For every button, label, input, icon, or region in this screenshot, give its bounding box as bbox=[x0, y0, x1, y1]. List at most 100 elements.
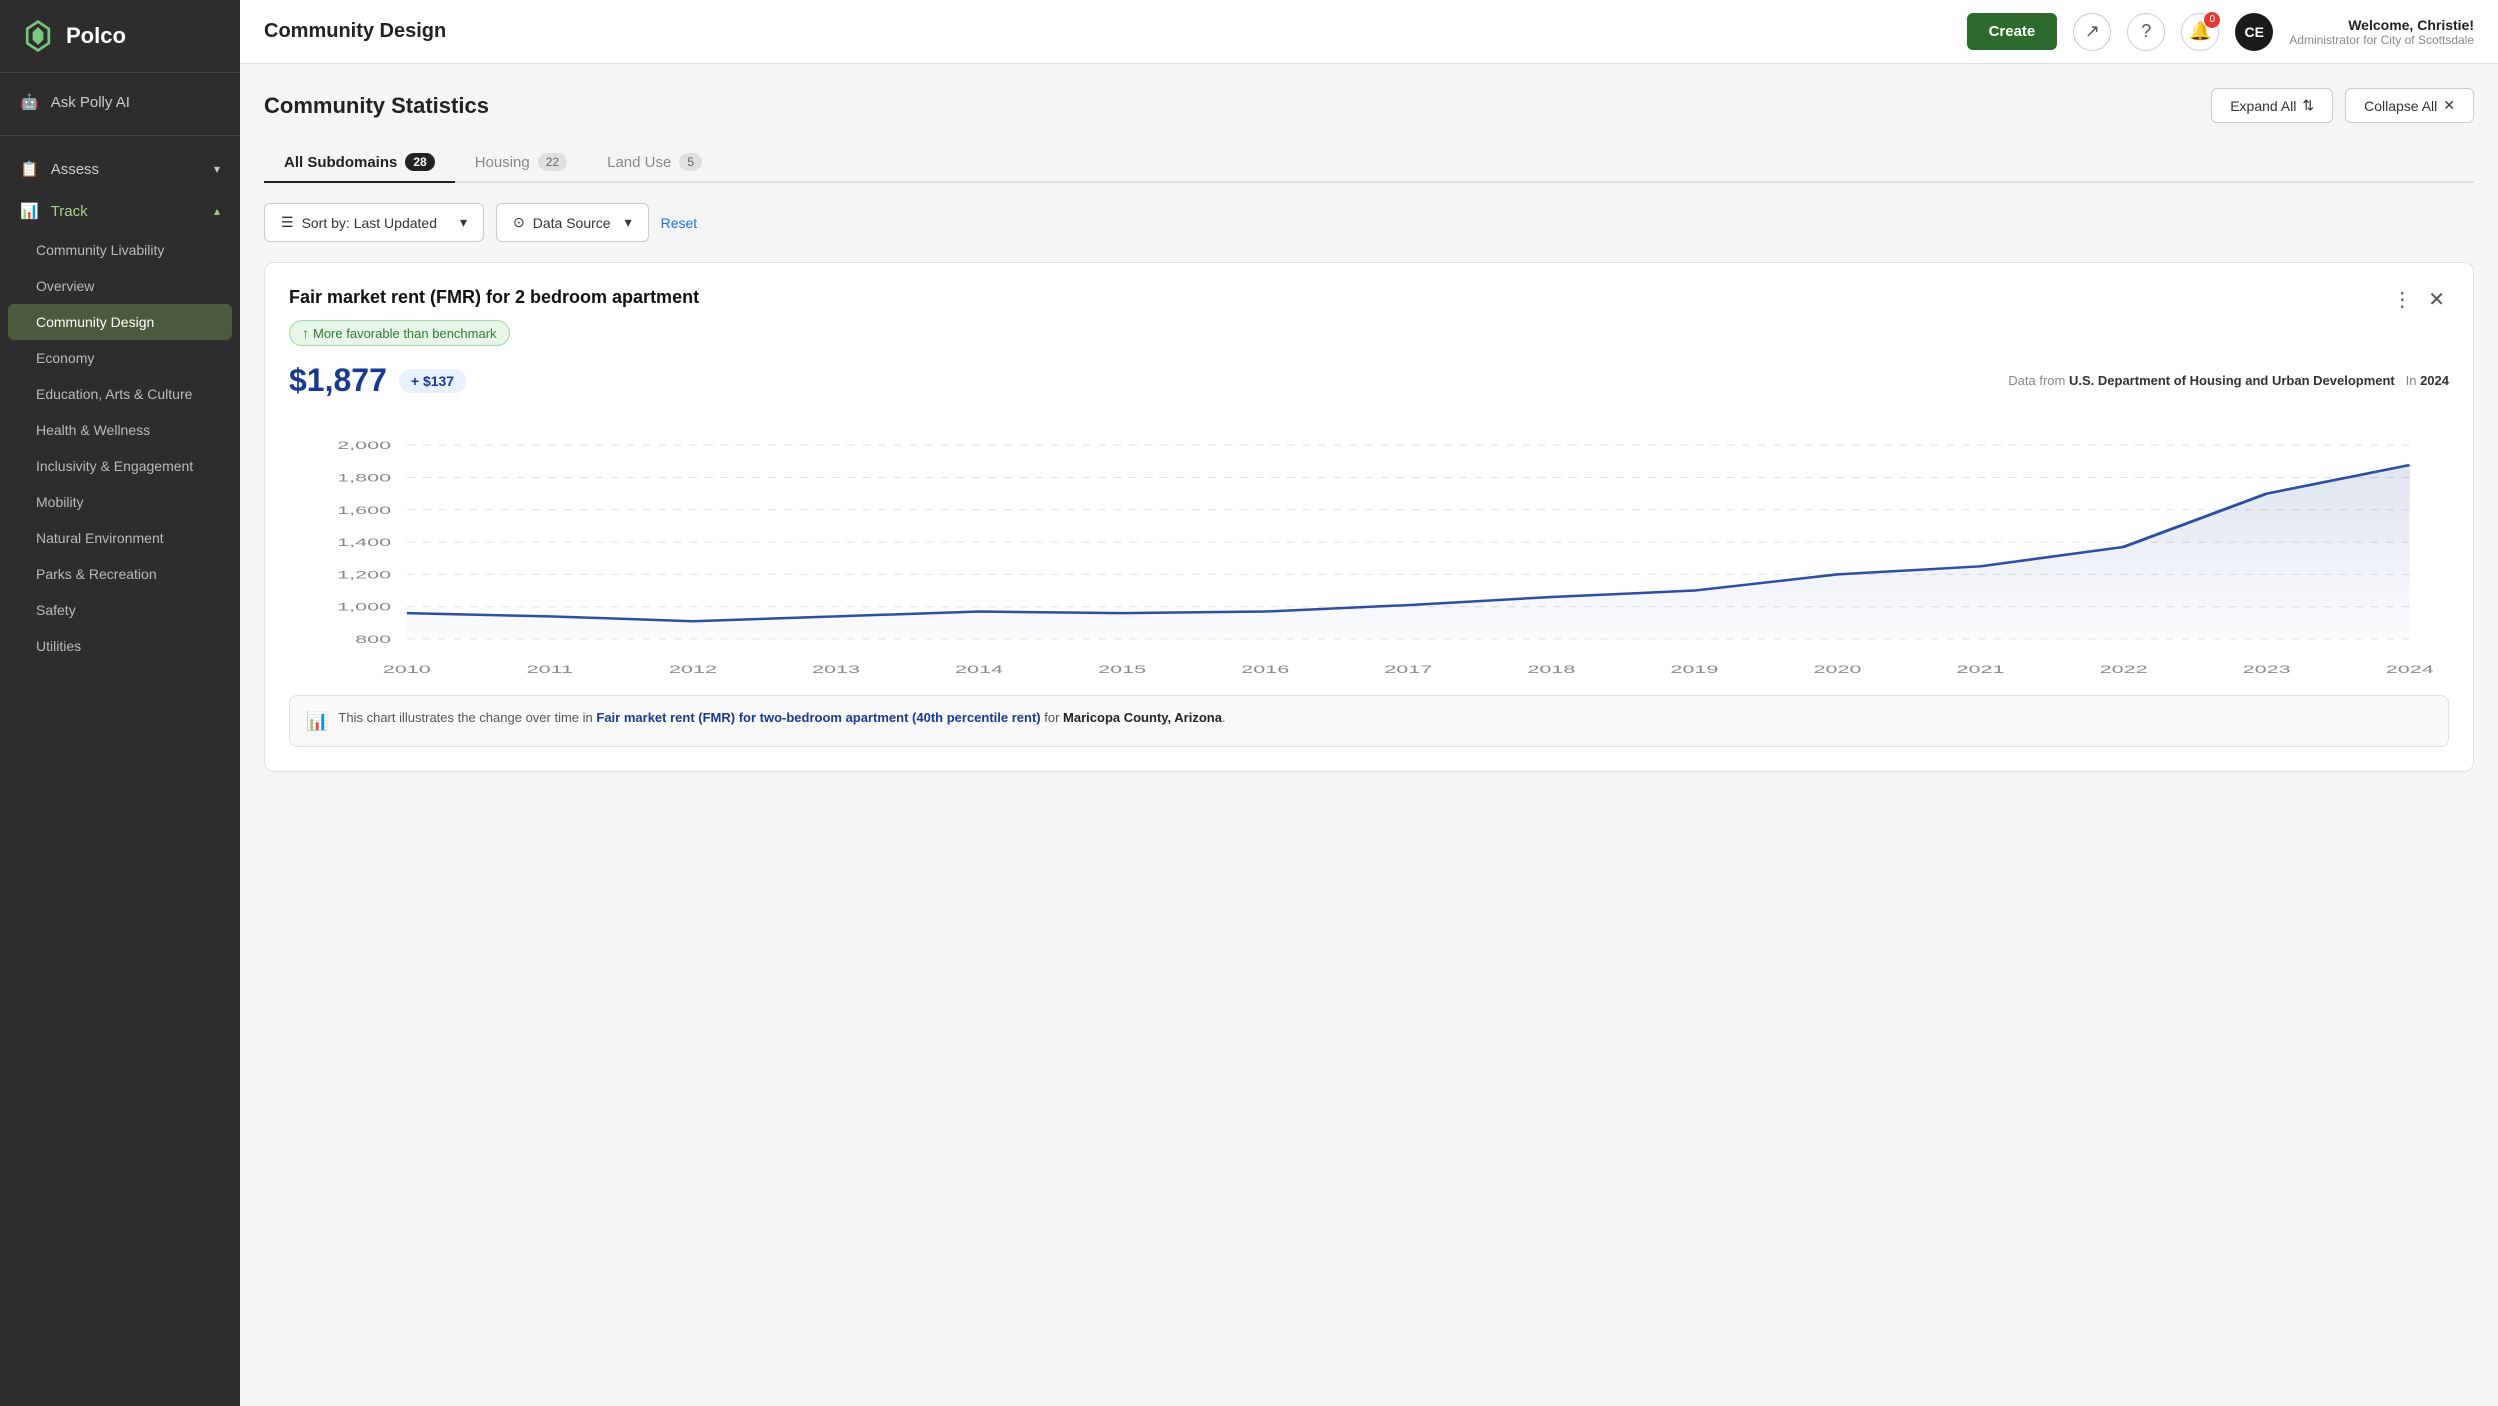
sidebar-item-economy[interactable]: Economy bbox=[0, 340, 240, 376]
tab-housing[interactable]: Housing 22 bbox=[455, 143, 587, 183]
line-chart: 8001,0001,2001,4001,6001,8002,0002010201… bbox=[289, 419, 2449, 679]
svg-text:1,600: 1,600 bbox=[337, 504, 391, 517]
svg-text:2012: 2012 bbox=[669, 663, 717, 676]
sidebar-item-mobility[interactable]: Mobility bbox=[0, 484, 240, 520]
collapse-icon: ✕ bbox=[2443, 97, 2455, 114]
tab-badge-housing: 22 bbox=[538, 153, 567, 171]
svg-text:2014: 2014 bbox=[955, 663, 1004, 676]
datasource-chevron-icon: ▾ bbox=[625, 214, 632, 231]
card-source: Data from U.S. Department of Housing and… bbox=[2008, 373, 2449, 388]
svg-text:2011: 2011 bbox=[527, 663, 573, 676]
svg-text:2017: 2017 bbox=[1384, 663, 1432, 676]
svg-text:2018: 2018 bbox=[1527, 663, 1575, 676]
collapse-all-button[interactable]: Collapse All ✕ bbox=[2345, 88, 2474, 123]
notifications-button[interactable]: 🔔 0 bbox=[2181, 13, 2219, 51]
svg-text:1,800: 1,800 bbox=[337, 471, 391, 484]
sidebar-item-safety[interactable]: Safety bbox=[0, 592, 240, 628]
chevron-down-icon: ▾ bbox=[214, 162, 220, 176]
tab-badge-all-subdomains: 28 bbox=[405, 153, 434, 171]
svg-text:2013: 2013 bbox=[812, 663, 860, 676]
logo-text: Polco bbox=[66, 23, 126, 49]
svg-text:2015: 2015 bbox=[1098, 663, 1146, 676]
reset-button[interactable]: Reset bbox=[661, 215, 698, 231]
sidebar-item-natural-environment[interactable]: Natural Environment bbox=[0, 520, 240, 556]
sidebar-item-inclusivity-engagement[interactable]: Inclusivity & Engagement bbox=[0, 448, 240, 484]
svg-text:2,000: 2,000 bbox=[337, 439, 391, 452]
tab-all-subdomains[interactable]: All Subdomains 28 bbox=[264, 143, 455, 183]
help-icon: ? bbox=[2141, 21, 2151, 42]
card-header: Fair market rent (FMR) for 2 bedroom apa… bbox=[289, 287, 2449, 312]
sidebar-item-ask-polly-label: Ask Polly AI bbox=[51, 94, 130, 111]
assess-icon: 📋 bbox=[20, 160, 39, 178]
data-source-filter[interactable]: ⊙ Data Source ▾ bbox=[496, 203, 649, 242]
favorable-badge: ↑ More favorable than benchmark bbox=[289, 320, 510, 346]
card-main-value: $1,877 bbox=[289, 362, 387, 399]
sidebar-item-parks-recreation[interactable]: Parks & Recreation bbox=[0, 556, 240, 592]
card-close-button[interactable]: ✕ bbox=[2424, 287, 2449, 312]
sidebar-item-assess[interactable]: 📋 Assess ▾ bbox=[0, 148, 240, 190]
tab-land-use[interactable]: Land Use 5 bbox=[587, 143, 722, 183]
card-more-button[interactable]: ⋮ bbox=[2388, 287, 2416, 312]
sidebar-item-track-label: Track bbox=[51, 203, 88, 220]
svg-text:2016: 2016 bbox=[1241, 663, 1289, 676]
user-name: Welcome, Christie! bbox=[2289, 17, 2474, 33]
sidebar-item-assess-label: Assess bbox=[51, 161, 99, 178]
ask-polly-icon: 🤖 bbox=[20, 93, 39, 111]
sidebar-item-health-wellness[interactable]: Health & Wellness bbox=[0, 412, 240, 448]
tab-badge-land-use: 5 bbox=[679, 153, 702, 171]
svg-text:2021: 2021 bbox=[1957, 663, 2005, 676]
sidebar-logo: Polco bbox=[0, 0, 240, 73]
sidebar-item-track[interactable]: 📊 Track ▴ bbox=[0, 190, 240, 232]
chart-desc-icon: 📊 bbox=[306, 711, 328, 732]
arrow-up-icon: ↑ bbox=[302, 325, 309, 341]
card-value-row: $1,877 + $137 Data from U.S. Department … bbox=[289, 362, 2449, 399]
card-value-left: $1,877 + $137 bbox=[289, 362, 466, 399]
card-actions: ⋮ ✕ bbox=[2388, 287, 2449, 312]
filters: ☰ Sort by: Last Updated ▾ ⊙ Data Source … bbox=[264, 203, 2474, 242]
svg-text:2019: 2019 bbox=[1670, 663, 1718, 676]
sidebar-item-education-arts-culture[interactable]: Education, Arts & Culture bbox=[0, 376, 240, 412]
svg-text:800: 800 bbox=[355, 633, 391, 646]
main-area: Community Design Create ↗ ? 🔔 0 CE Welco… bbox=[240, 0, 2498, 1406]
track-icon: 📊 bbox=[20, 202, 39, 220]
sidebar-item-overview[interactable]: Overview bbox=[0, 268, 240, 304]
data-source-icon: ⊙ bbox=[513, 214, 525, 231]
avatar[interactable]: CE bbox=[2235, 13, 2273, 51]
help-button[interactable]: ? bbox=[2127, 13, 2165, 51]
expand-all-button[interactable]: Expand All ⇅ bbox=[2211, 88, 2333, 123]
tabs: All Subdomains 28 Housing 22 Land Use 5 bbox=[264, 143, 2474, 183]
sidebar-item-utilities[interactable]: Utilities bbox=[0, 628, 240, 664]
share-button[interactable]: ↗ bbox=[2073, 13, 2111, 51]
stats-actions: Expand All ⇅ Collapse All ✕ bbox=[2211, 88, 2474, 123]
svg-text:2010: 2010 bbox=[383, 663, 431, 676]
create-button[interactable]: Create bbox=[1967, 13, 2058, 50]
svg-text:2020: 2020 bbox=[1813, 663, 1861, 676]
svg-text:1,000: 1,000 bbox=[337, 600, 391, 613]
chart-desc-text: This chart illustrates the change over t… bbox=[338, 710, 1225, 725]
chevron-up-icon: ▴ bbox=[214, 204, 220, 218]
sidebar-item-ask-polly[interactable]: 🤖 Ask Polly AI bbox=[0, 81, 240, 123]
content-area: Community Statistics Expand All ⇅ Collap… bbox=[240, 64, 2498, 1406]
sidebar: Polco 🤖 Ask Polly AI 📋 Assess ▾ 📊 Track … bbox=[0, 0, 240, 1406]
sort-chevron-icon: ▾ bbox=[460, 214, 467, 231]
sort-filter[interactable]: ☰ Sort by: Last Updated ▾ bbox=[264, 203, 484, 242]
user-role: Administrator for City of Scottsdale bbox=[2289, 33, 2474, 47]
notification-badge: 0 bbox=[2204, 12, 2220, 28]
svg-text:2022: 2022 bbox=[2100, 663, 2148, 676]
expand-icon: ⇅ bbox=[2302, 97, 2314, 114]
sidebar-divider-1 bbox=[0, 135, 240, 136]
metric-card: Fair market rent (FMR) for 2 bedroom apa… bbox=[264, 262, 2474, 772]
sidebar-top-section: 🤖 Ask Polly AI bbox=[0, 73, 240, 131]
sidebar-item-community-livability[interactable]: Community Livability bbox=[0, 232, 240, 268]
sort-icon: ☰ bbox=[281, 214, 294, 231]
sidebar-nav-section: 📋 Assess ▾ 📊 Track ▴ Community Livabilit… bbox=[0, 140, 240, 672]
chart-description: 📊 This chart illustrates the change over… bbox=[289, 695, 2449, 747]
card-title: Fair market rent (FMR) for 2 bedroom apa… bbox=[289, 287, 699, 308]
svg-text:1,400: 1,400 bbox=[337, 536, 391, 549]
svg-text:2023: 2023 bbox=[2243, 663, 2291, 676]
share-icon: ↗ bbox=[2085, 21, 2100, 42]
sidebar-item-community-design[interactable]: Community Design bbox=[8, 304, 232, 340]
user-info: Welcome, Christie! Administrator for Cit… bbox=[2289, 17, 2474, 47]
page-header: Community Design Create ↗ ? 🔔 0 CE Welco… bbox=[240, 0, 2498, 64]
card-delta: + $137 bbox=[399, 369, 466, 393]
